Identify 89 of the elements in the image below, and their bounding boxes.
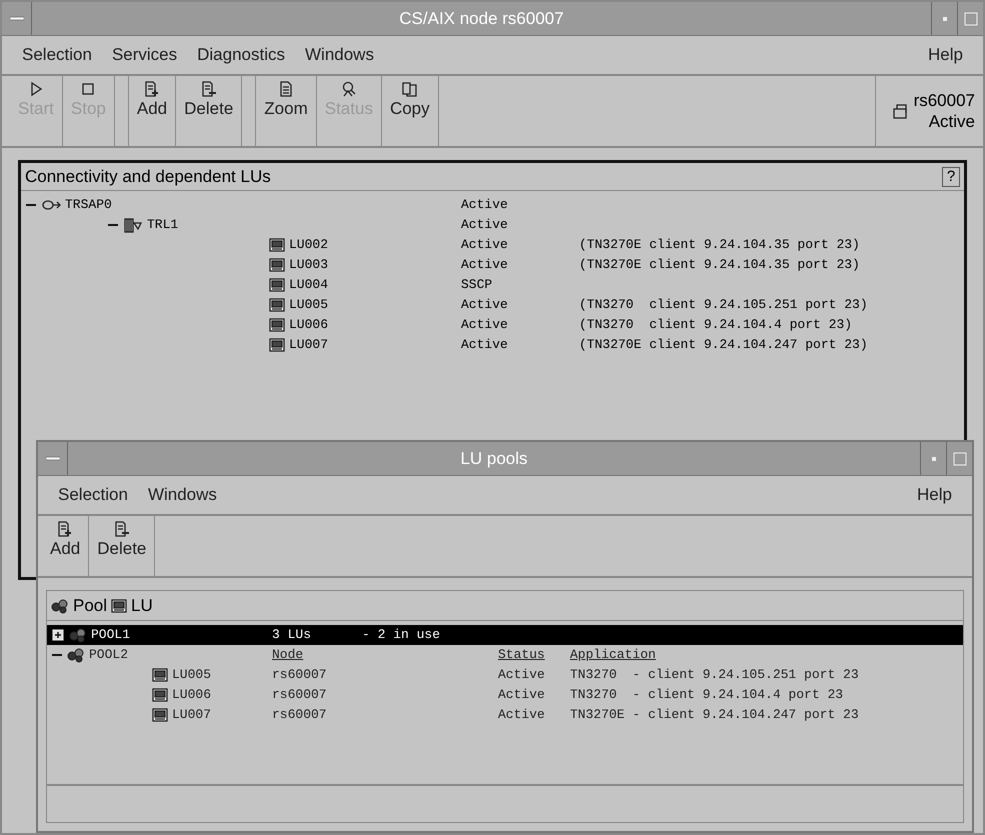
status-text: Active <box>461 336 509 354</box>
tree-item-name[interactable]: LU002 <box>289 235 328 255</box>
legend-label: Pool <box>73 594 108 617</box>
help-button[interactable]: ? <box>942 166 960 186</box>
status-cell-text: Active <box>498 666 546 684</box>
maximize-icon <box>964 12 978 26</box>
detail-text: (TN3270 client 9.24.105.251 port 23) <box>579 296 868 314</box>
document-minus-icon <box>112 520 131 538</box>
terminal-icon <box>152 688 168 702</box>
detail-text: (TN3270E client 9.24.104.35 port 23) <box>579 236 860 254</box>
status-text: Active <box>461 316 509 334</box>
lu-count: 3 LUs <box>272 626 312 644</box>
detail-text: (TN3270E client 9.24.104.35 port 23) <box>579 256 860 274</box>
application-cell-text: TN3270 - client 9.24.104.4 port 23 <box>570 686 844 704</box>
status-text: Active <box>461 256 509 274</box>
node-cell-text: rs60007 <box>272 666 328 684</box>
pool-name: POOL2 <box>89 646 128 664</box>
toolbar-button[interactable]: Copy <box>382 76 439 146</box>
status-cell-text: Active <box>498 686 546 704</box>
window-title: LU pools <box>459 448 529 470</box>
terminal-icon <box>269 298 285 312</box>
node-cell-text: rs60007 <box>272 686 328 704</box>
tree-item-name[interactable]: TRSAP0 <box>65 195 112 215</box>
terminal-icon <box>269 338 285 352</box>
menu-item[interactable]: Selection <box>58 482 128 508</box>
menu-item[interactable]: Windows <box>305 42 374 68</box>
pool-icon <box>51 598 69 614</box>
menu-item[interactable]: Selection <box>22 42 92 68</box>
menu-icon <box>10 16 24 22</box>
minimize-icon <box>942 16 948 22</box>
pool-name: POOL1 <box>91 626 130 644</box>
terminal-icon <box>152 668 168 682</box>
terminal-icon <box>269 278 285 292</box>
status-cell-text: Active <box>498 706 546 724</box>
tree-item-name[interactable]: TRL1 <box>147 215 178 235</box>
column-header: Node <box>272 646 304 664</box>
terminal-icon <box>152 708 168 722</box>
status-text: Active <box>461 236 509 254</box>
status-text: SSCP <box>461 276 494 294</box>
menu-item[interactable]: Services <box>112 42 178 68</box>
pool-row[interactable]: POOL1 3 LUs - 2 in use <box>47 625 963 645</box>
detail-text: (TN3270 client 9.24.104.4 port 23) <box>579 316 852 334</box>
node-state: Active <box>928 111 975 132</box>
usage-text: - 2 in use <box>362 626 440 644</box>
tree-item-name[interactable]: LU007 <box>289 335 328 355</box>
help-menu[interactable]: Help <box>928 42 963 68</box>
port-icon <box>41 199 61 211</box>
help-menu[interactable]: Help <box>917 482 952 508</box>
tree-item-name[interactable]: LU004 <box>289 275 328 295</box>
lu-name: LU007 <box>172 706 212 724</box>
terminal-icon <box>269 258 285 272</box>
status-text: Active <box>461 216 509 234</box>
expand-icon[interactable] <box>51 628 65 642</box>
legend-label: LU <box>131 594 153 617</box>
toolbar-button[interactable]: Zoom <box>256 76 317 146</box>
document-minus-icon <box>200 80 218 98</box>
terminal-icon <box>269 318 285 332</box>
copy-icon <box>400 80 419 98</box>
menu-item[interactable]: Diagnostics <box>197 42 285 68</box>
window-title: CS/AIX node rs60007 <box>398 8 565 30</box>
lu-name: LU006 <box>172 686 212 704</box>
tree-item-name[interactable]: LU006 <box>289 315 328 335</box>
tree-item-name[interactable]: LU005 <box>289 295 328 315</box>
pool-icon <box>67 647 85 663</box>
terminal-icon <box>111 598 128 612</box>
lu-name: LU005 <box>172 666 212 684</box>
toolbar-button[interactable]: Add <box>128 76 176 146</box>
menu-item[interactable]: Windows <box>148 482 217 508</box>
tree-item-name[interactable]: LU003 <box>289 255 328 275</box>
pool-icon <box>69 627 87 643</box>
panel-title: Connectivity and dependent LUs <box>25 166 271 188</box>
node-cell-text: rs60007 <box>272 706 328 724</box>
pool-row[interactable]: POOL2 Node Status Application <box>47 645 963 665</box>
column-header: Status <box>498 646 546 664</box>
status-text: Active <box>461 296 509 314</box>
maximize-icon <box>952 452 966 466</box>
application-cell-text: TN3270 - client 9.24.105.251 port 23 <box>570 666 859 684</box>
menu-icon <box>46 456 60 462</box>
terminal-icon <box>269 238 285 252</box>
column-header: Application <box>570 646 656 664</box>
application-cell-text: TN3270E - client 9.24.104.247 port 23 <box>570 706 859 724</box>
detail-text: (TN3270E client 9.24.104.247 port 23) <box>579 336 868 354</box>
toolbar-button[interactable]: Add <box>42 516 90 576</box>
toolbar-button[interactable]: Delete <box>176 76 242 146</box>
link-station-icon <box>123 217 143 233</box>
node-name: rs60007 <box>914 90 975 111</box>
toolbar-button[interactable]: Delete <box>89 516 156 576</box>
status-text: Active <box>461 196 509 214</box>
minimize-icon <box>930 456 936 462</box>
